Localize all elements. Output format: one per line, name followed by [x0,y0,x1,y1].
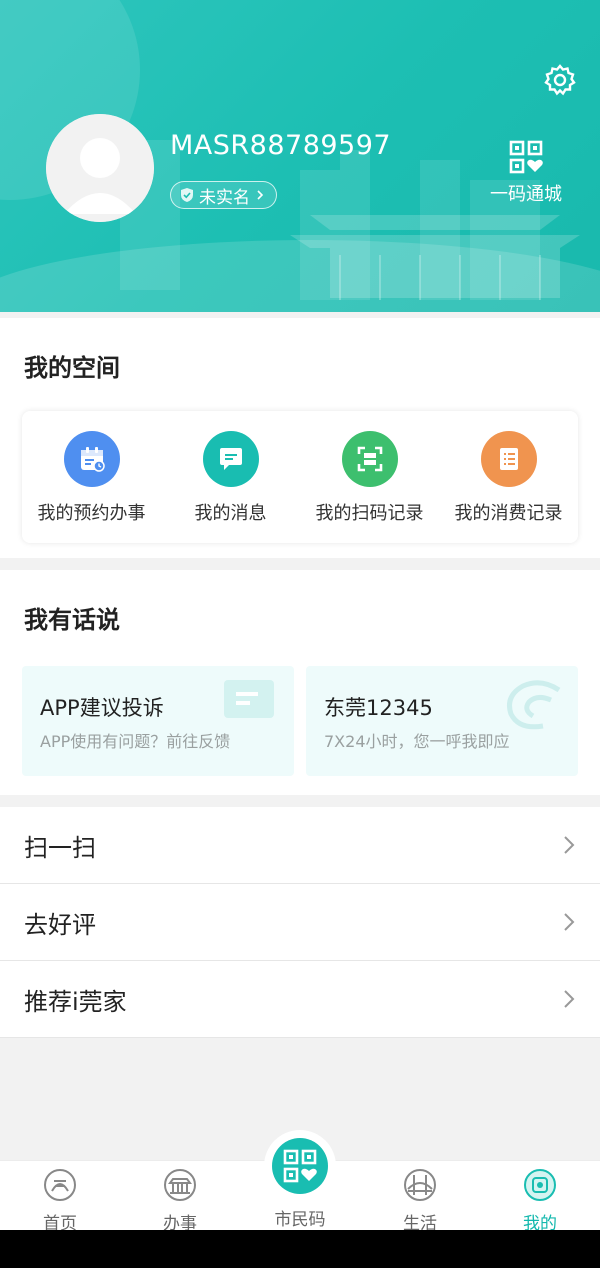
feedback-title: 我有话说 [24,606,120,634]
qr-entry-label: 一码通城 [490,184,562,205]
shield-check-icon [181,188,193,202]
hotline-logo-icon [507,680,561,730]
menu-item-recommend[interactable]: 推荐i莞家 [0,961,600,1038]
feedback-section: 我有话说 APP建议投诉 APP使用有问题？前往反馈 东莞12345 7X24小… [0,570,600,795]
chevron-right-icon [564,913,575,931]
calendar-icon [63,431,120,487]
hotline-subtitle: 7X24小时，您一呼我即应 [324,732,510,751]
space-item-messages[interactable]: 我的消息 [161,411,300,543]
system-navigation-bar [0,1230,600,1268]
verify-status-badge[interactable]: 未实名 [170,181,277,209]
chevron-right-icon [564,836,575,854]
menu-item-label: 推荐i莞家 [24,987,127,1016]
space-item-label: 我的扫码记录 [315,503,424,524]
my-space-title: 我的空间 [24,354,120,382]
qr-heart-icon [283,1149,317,1183]
tab-services[interactable]: 办事 [120,1161,240,1234]
tab-label: 市民码 [274,1210,326,1230]
tab-home[interactable]: 首页 [0,1161,120,1234]
space-item-scan-records[interactable]: 我的扫码记录 [300,411,439,543]
avatar[interactable] [46,114,154,222]
services-building-icon [164,1169,196,1201]
my-space-card: 我的预约办事 我的消息 我的扫码记录 我的消费记录 [22,411,578,543]
qr-city-code-button[interactable]: 一码通城 [486,140,566,206]
menu-list: 扫一扫 去好评 推荐i莞家 [0,807,600,1038]
app-feedback-subtitle: APP使用有问题？前往反馈 [40,732,231,751]
space-item-label: 我的预约办事 [37,503,146,524]
chevron-right-icon [257,190,264,200]
receipt-icon [480,431,537,487]
home-landmark-icon [44,1169,76,1201]
space-item-appointments[interactable]: 我的预约办事 [22,411,161,543]
default-avatar-icon [46,114,154,222]
menu-item-rate[interactable]: 去好评 [0,884,600,961]
menu-item-label: 扫一扫 [24,833,96,862]
scan-icon [341,431,398,487]
settings-gear-icon[interactable] [542,62,578,98]
menu-item-scan[interactable]: 扫一扫 [0,807,600,884]
app-feedback-title: APP建议投诉 [40,696,164,720]
feedback-message-icon [224,680,274,718]
chevron-right-icon [564,990,575,1008]
verify-status-label: 未实名 [199,187,250,208]
space-item-label: 我的消费记录 [454,503,563,524]
username: MASR88789597 [170,130,392,161]
space-item-consumption-records[interactable]: 我的消费记录 [439,411,578,543]
tab-citizen-code[interactable] [272,1138,328,1194]
profile-header: MASR88789597 未实名 一码通城 [0,0,600,312]
tab-life[interactable]: 生活 [360,1161,480,1234]
message-icon [202,431,259,487]
my-space-section: 我的空间 我的预约办事 我的消息 我的扫码记录 我的消费记录 [0,318,600,558]
app-feedback-card[interactable]: APP建议投诉 APP使用有问题？前往反馈 [22,666,294,776]
life-bridge-icon [404,1169,436,1201]
space-item-label: 我的消息 [194,503,267,524]
menu-item-label: 去好评 [24,910,96,939]
hotline-12345-card[interactable]: 东莞12345 7X24小时，您一呼我即应 [306,666,578,776]
qr-heart-icon [509,140,543,174]
hotline-title: 东莞12345 [324,696,433,720]
mine-profile-icon [524,1169,556,1201]
tab-mine[interactable]: 我的 [480,1161,600,1234]
